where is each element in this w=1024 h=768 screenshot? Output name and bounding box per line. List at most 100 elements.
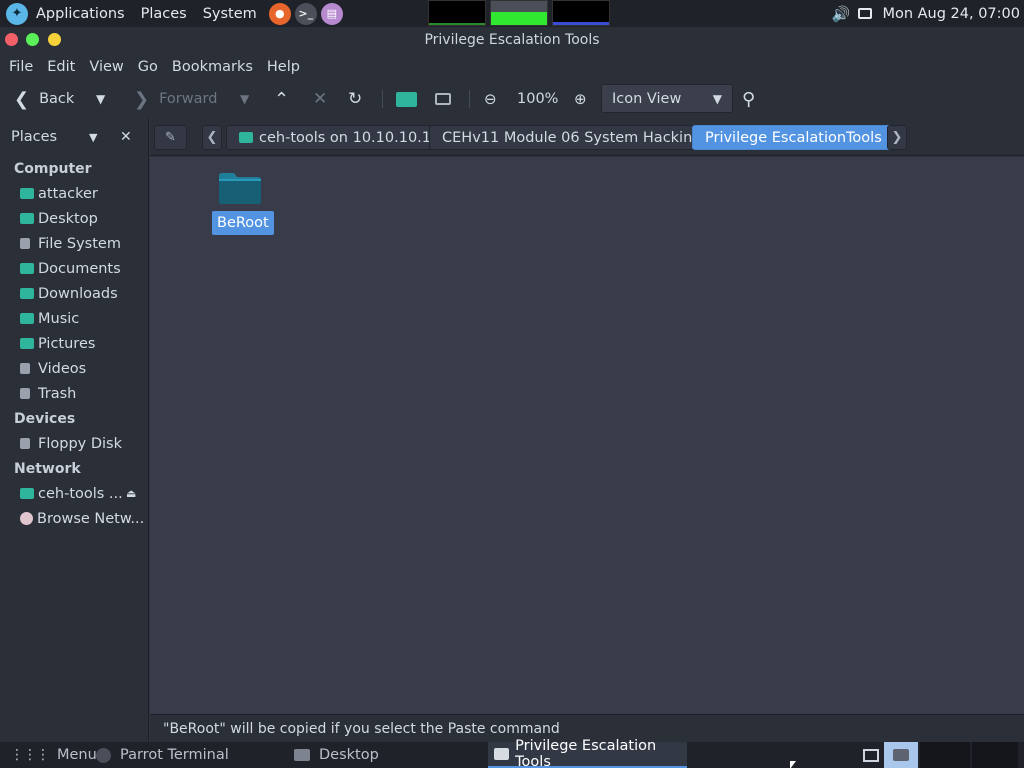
sidebar-item-browse-network[interactable]: Browse Netw... xyxy=(0,506,148,531)
downloads-folder-icon xyxy=(20,288,34,299)
taskbar: ⋮⋮⋮ Menu Parrot Terminal Desktop Privile… xyxy=(0,738,1024,768)
sidebar-item-desktop[interactable]: Desktop xyxy=(0,206,148,231)
sidebar-header[interactable]: Places ▼ ✕ xyxy=(0,118,148,156)
zoom-in-button[interactable]: ⊕ xyxy=(574,80,587,118)
computer-button[interactable] xyxy=(435,80,451,118)
home-folder-icon xyxy=(396,91,417,107)
workspace-3[interactable] xyxy=(920,742,970,768)
top-panel: ✦ Applications Places System ● >_ ▤ 🔊 Mo… xyxy=(0,0,1024,27)
menu-go[interactable]: Go xyxy=(131,59,165,75)
memory-monitor xyxy=(490,0,548,26)
workspace-4[interactable] xyxy=(972,742,1018,768)
sidebar-item-file-system[interactable]: File System xyxy=(0,231,148,256)
taskbar-menu-button[interactable]: ⋮⋮⋮ Menu xyxy=(10,742,97,768)
network-share-icon xyxy=(239,132,253,143)
sidebar-item-documents[interactable]: Documents xyxy=(0,256,148,281)
documents-folder-icon xyxy=(20,263,34,274)
up-button[interactable]: ⌃ xyxy=(274,80,289,118)
pathbar: ✎ ❮ ceh-tools on 10.10.10.10 CEHv11 Modu… xyxy=(150,118,1024,156)
network-share-icon xyxy=(20,488,34,499)
sidebar-item-pictures[interactable]: Pictures xyxy=(0,331,148,356)
folder-icon[interactable] xyxy=(212,171,268,209)
menu-edit[interactable]: Edit xyxy=(40,59,82,75)
back-arrow-icon: ❮ xyxy=(14,88,30,110)
breadcrumb-privilege-escalation-tools[interactable]: Privilege EscalationTools xyxy=(692,125,895,150)
menu-file[interactable]: File xyxy=(2,59,40,75)
sidebar-section-devices: Devices xyxy=(14,410,76,427)
workspace-switcher[interactable] xyxy=(858,742,1018,768)
places-menu[interactable]: Places xyxy=(133,0,195,27)
forward-button[interactable]: ❯ Forward xyxy=(134,80,217,118)
menubar: File Edit View Go Bookmarks Help xyxy=(0,54,1024,80)
sidebar-section-network: Network xyxy=(14,460,81,477)
home-icon xyxy=(20,188,34,199)
sidebar-item-ceh-tools[interactable]: ceh-tools ... ⏏ xyxy=(0,481,148,506)
toggle-location-button[interactable]: ✎ xyxy=(154,125,187,150)
terminal-icon[interactable]: >_ xyxy=(294,2,317,25)
text-editor-icon[interactable]: ▤ xyxy=(320,2,343,25)
parrot-logo-icon[interactable]: ✦ xyxy=(6,2,28,25)
volume-icon[interactable]: 🔊 xyxy=(832,5,851,23)
chevron-down-icon[interactable]: ▼ xyxy=(89,131,97,144)
home-button[interactable] xyxy=(396,80,417,118)
reload-button[interactable]: ↻ xyxy=(348,80,362,118)
chevron-down-icon: ▼ xyxy=(712,91,722,106)
chevron-down-icon: ▼ xyxy=(96,92,106,106)
sidebar-item-videos[interactable]: Videos xyxy=(0,356,148,381)
task-privilege-escalation-tools[interactable]: Privilege Escalation Tools xyxy=(488,738,687,768)
sidebar-item-downloads[interactable]: Downloads xyxy=(0,281,148,306)
system-menu[interactable]: System xyxy=(195,0,265,27)
zoom-out-icon: ⊖ xyxy=(484,90,497,108)
file-view[interactable] xyxy=(150,157,1024,714)
search-button[interactable]: ⚲ xyxy=(742,80,755,118)
eject-icon[interactable]: ⏏ xyxy=(126,487,136,500)
zoom-out-button[interactable]: ⊖ xyxy=(484,80,497,118)
task-parrot-terminal[interactable]: Parrot Terminal xyxy=(96,742,229,768)
sidebar-item-music[interactable]: Music xyxy=(0,306,148,331)
mouse-cursor-icon xyxy=(790,761,796,768)
forward-history-dropdown[interactable]: ▼ xyxy=(240,80,249,118)
folder-icon xyxy=(494,748,510,760)
back-history-dropdown[interactable]: ▼ xyxy=(96,80,105,118)
display-icon[interactable] xyxy=(858,8,873,19)
window-list-icon xyxy=(863,748,879,762)
firefox-icon[interactable]: ● xyxy=(268,2,291,25)
close-icon: ✕ xyxy=(313,89,328,109)
folder-label-beroot[interactable]: BeRoot xyxy=(212,211,274,235)
pictures-folder-icon xyxy=(20,338,34,349)
floppy-icon xyxy=(20,438,30,449)
pathbar-scroll-left[interactable]: ❮ xyxy=(202,125,222,150)
drive-icon xyxy=(20,238,30,249)
window-title: Privilege Escalation Tools xyxy=(424,32,600,48)
workspace-1[interactable] xyxy=(858,742,884,768)
breadcrumb-ceh-tools[interactable]: ceh-tools on 10.10.10.10 xyxy=(226,125,454,150)
pathbar-scroll-right[interactable]: ❯ xyxy=(887,125,907,150)
computer-icon xyxy=(435,93,451,105)
breadcrumb-module-06[interactable]: CEHv11 Module 06 System Hacking xyxy=(429,125,715,150)
up-arrow-icon: ⌃ xyxy=(274,88,290,110)
menu-view[interactable]: View xyxy=(82,59,130,75)
folder-icon xyxy=(219,173,261,204)
zoom-in-icon: ⊕ xyxy=(574,90,587,108)
menu-help[interactable]: Help xyxy=(260,59,307,75)
close-sidebar-icon[interactable]: ✕ xyxy=(120,129,132,145)
task-desktop[interactable]: Desktop xyxy=(294,742,379,768)
desktop-icon xyxy=(20,213,34,224)
toolbar: ❮ Back ▼ ❯ Forward ▼ ⌃ ✕ ↻ ⊖ 100% ⊕ Icon… xyxy=(0,80,1024,118)
applications-menu[interactable]: Applications xyxy=(28,0,133,27)
view-mode-select[interactable]: Icon View ▼ xyxy=(601,84,733,113)
menu-bookmarks[interactable]: Bookmarks xyxy=(165,59,260,75)
folder-icon xyxy=(294,749,310,761)
clock[interactable]: Mon Aug 24, 07:00 xyxy=(882,6,1020,22)
network-monitor xyxy=(552,0,610,26)
sidebar-item-trash[interactable]: Trash xyxy=(0,381,148,406)
film-icon xyxy=(20,363,30,374)
stop-button[interactable]: ✕ xyxy=(313,80,327,118)
sidebar-item-floppy-disk[interactable]: Floppy Disk xyxy=(0,431,148,456)
music-folder-icon xyxy=(20,313,34,324)
workspace-2[interactable] xyxy=(884,742,918,768)
zoom-level[interactable]: 100% xyxy=(517,80,558,118)
back-button[interactable]: ❮ Back xyxy=(14,80,74,118)
sidebar-item-attacker[interactable]: attacker xyxy=(0,181,148,206)
trash-icon xyxy=(20,388,30,399)
